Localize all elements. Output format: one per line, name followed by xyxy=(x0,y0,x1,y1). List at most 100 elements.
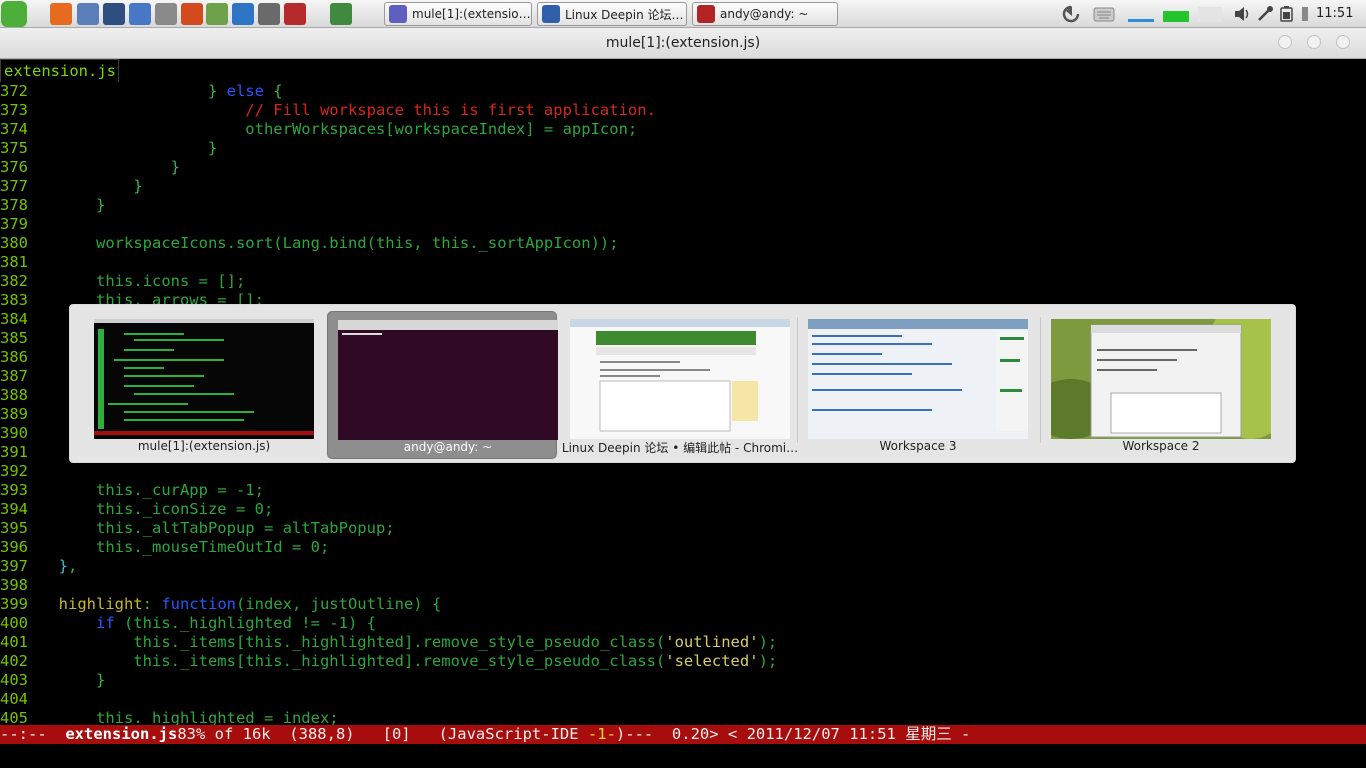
line-number: 382 xyxy=(0,272,28,290)
code-line[interactable]: 392 xyxy=(0,462,40,481)
code-token: } xyxy=(40,196,106,214)
chromium-icon xyxy=(542,5,560,23)
line-number: 384 xyxy=(0,310,28,328)
window-thumbnail xyxy=(1051,319,1271,439)
code-line[interactable]: 384 xyxy=(0,310,40,329)
minimize-button[interactable] xyxy=(1278,35,1292,49)
document-icon[interactable] xyxy=(129,3,151,25)
window-titlebar[interactable]: mule[1]:(extension.js) xyxy=(0,28,1366,59)
line-number: 397 xyxy=(0,557,28,575)
switcher-item-label: mule[1]:(extension.js) xyxy=(137,439,271,453)
line-number: 373 xyxy=(0,101,28,119)
close-button[interactable] xyxy=(1336,35,1350,49)
code-line[interactable]: 376 } xyxy=(0,158,180,177)
code-line[interactable]: 397 }, xyxy=(0,557,77,576)
line-number: 387 xyxy=(0,367,28,385)
task-label: andy@andy: ~ xyxy=(720,7,809,21)
code-line[interactable]: 391 xyxy=(0,443,40,462)
code-line[interactable]: 395 this._altTabPopup = altTabPopup; xyxy=(0,519,395,538)
network-icon[interactable] xyxy=(206,3,228,25)
code-token: this._items[this._highlighted].remove_st… xyxy=(40,633,666,651)
code-line[interactable]: 402 this._items[this._highlighted].remov… xyxy=(0,652,777,671)
sync-icon[interactable] xyxy=(1060,5,1082,23)
task-terminal[interactable]: andy@andy: ~ xyxy=(692,2,838,26)
code-token: ); xyxy=(758,652,778,670)
switcher-item-workspace-2[interactable]: Workspace 2 xyxy=(1041,311,1271,459)
code-line[interactable]: 374 otherWorkspaces[workspaceIndex] = ap… xyxy=(0,120,637,139)
power-icon[interactable] xyxy=(1298,5,1312,23)
switcher-item-workspace-3[interactable]: Workspace 3 xyxy=(798,311,1028,459)
terminal-launcher-icon[interactable] xyxy=(103,3,125,25)
disk-icon[interactable] xyxy=(155,3,177,25)
code-token: // Fill workspace this is first applicat… xyxy=(40,101,656,119)
code-line[interactable]: 385 xyxy=(0,329,40,348)
top-panel: mule[1]:(extensio… Linux Deepin 论坛… andy… xyxy=(0,0,1366,28)
music-player-icon[interactable] xyxy=(181,3,203,25)
line-number: 378 xyxy=(0,196,28,214)
update-manager-icon[interactable] xyxy=(232,3,254,25)
volume-icon[interactable] xyxy=(1233,5,1251,23)
editor-launcher-icon[interactable] xyxy=(330,3,352,25)
media-player-icon[interactable] xyxy=(258,3,280,25)
line-number: 390 xyxy=(0,424,28,442)
code-token: (this._highlighted != -1) { xyxy=(114,614,376,632)
code-line[interactable]: 404 xyxy=(0,690,40,709)
mode-line: --:-- extension.js83% of 16k (388,8) [0]… xyxy=(0,725,1366,744)
code-line[interactable]: 394 this._iconSize = 0; xyxy=(0,500,273,519)
window-thumbnail xyxy=(94,319,314,439)
code-token: this._curApp = -1; xyxy=(40,481,264,499)
clock[interactable]: 11:51 xyxy=(1316,6,1353,21)
code-token: highlight xyxy=(40,595,143,613)
battery-icon[interactable] xyxy=(1278,5,1296,23)
switcher-item-terminal[interactable]: andy@andy: ~ xyxy=(327,311,558,459)
modeline-mark: -1- xyxy=(587,725,616,743)
line-number: 395 xyxy=(0,519,28,537)
code-line[interactable]: 375 } xyxy=(0,139,217,158)
code-line[interactable]: 378 } xyxy=(0,196,105,215)
code-token: this.icons = []; xyxy=(40,272,246,290)
maximize-button[interactable] xyxy=(1307,35,1321,49)
code-token: this._items[this._highlighted].remove_st… xyxy=(40,652,666,670)
code-line[interactable]: 379 xyxy=(0,215,40,234)
code-line[interactable]: 390 xyxy=(0,424,40,443)
code-line[interactable]: 400 if (this._highlighted != -1) { xyxy=(0,614,376,633)
line-number: 396 xyxy=(0,538,28,556)
code-line[interactable]: 396 this._mouseTimeOutId = 0; xyxy=(0,538,329,557)
network-tool-icon[interactable] xyxy=(1256,5,1274,23)
code-line[interactable]: 393 this._curApp = -1; xyxy=(0,481,264,500)
modeline-rest: )--- 0.20> < 2011/12/07 11:51 星期三 - xyxy=(615,725,971,743)
code-line[interactable]: 398 xyxy=(0,576,40,595)
code-line[interactable]: 401 this._items[this._highlighted].remov… xyxy=(0,633,777,652)
code-line[interactable]: 403 } xyxy=(0,671,105,690)
line-number: 377 xyxy=(0,177,28,195)
code-line[interactable]: 387 xyxy=(0,367,40,386)
file-manager-icon[interactable] xyxy=(77,3,99,25)
switcher-item-label: Linux Deepin 论坛 • 编辑此帖 - Chromi… xyxy=(561,441,799,455)
switcher-item-chromium[interactable]: Linux Deepin 论坛 • 编辑此帖 - Chromi… xyxy=(560,311,798,459)
switcher-item-emacs[interactable]: mule[1]:(extension.js) xyxy=(84,311,314,459)
code-line[interactable]: 373 // Fill workspace this is first appl… xyxy=(0,101,656,120)
code-line[interactable]: 380 workspaceIcons.sort(Lang.bind(this, … xyxy=(0,234,619,253)
line-number: 403 xyxy=(0,671,28,689)
line-number: 401 xyxy=(0,633,28,651)
app-grid-icon[interactable] xyxy=(284,3,306,25)
code-line[interactable]: 389 xyxy=(0,405,40,424)
code-line[interactable]: 388 xyxy=(0,386,40,405)
task-chromium[interactable]: Linux Deepin 论坛… xyxy=(537,2,687,26)
buffer-tab[interactable]: extension.js xyxy=(0,59,119,82)
code-line[interactable]: 381 xyxy=(0,253,40,272)
alt-tab-switcher: mule[1]:(extension.js) andy@andy: ~ Linu… xyxy=(69,304,1296,463)
code-token: : xyxy=(142,595,162,613)
code-line[interactable]: 386 xyxy=(0,348,40,367)
task-emacs[interactable]: mule[1]:(extensio… xyxy=(384,2,532,26)
minibuffer[interactable] xyxy=(0,744,1366,768)
code-line[interactable]: 382 this.icons = []; xyxy=(0,272,245,291)
code-line[interactable]: 372 } else { xyxy=(0,82,283,101)
firefox-icon[interactable] xyxy=(50,3,72,25)
code-line[interactable]: 399 highlight: function(index, justOutli… xyxy=(0,595,441,614)
code-line[interactable]: 377 } xyxy=(0,177,143,196)
keyboard-icon[interactable] xyxy=(1093,5,1115,23)
deepin-logo-icon[interactable] xyxy=(1,1,27,27)
line-number: 393 xyxy=(0,481,28,499)
switcher-item-label: Workspace 2 xyxy=(1122,439,1200,453)
